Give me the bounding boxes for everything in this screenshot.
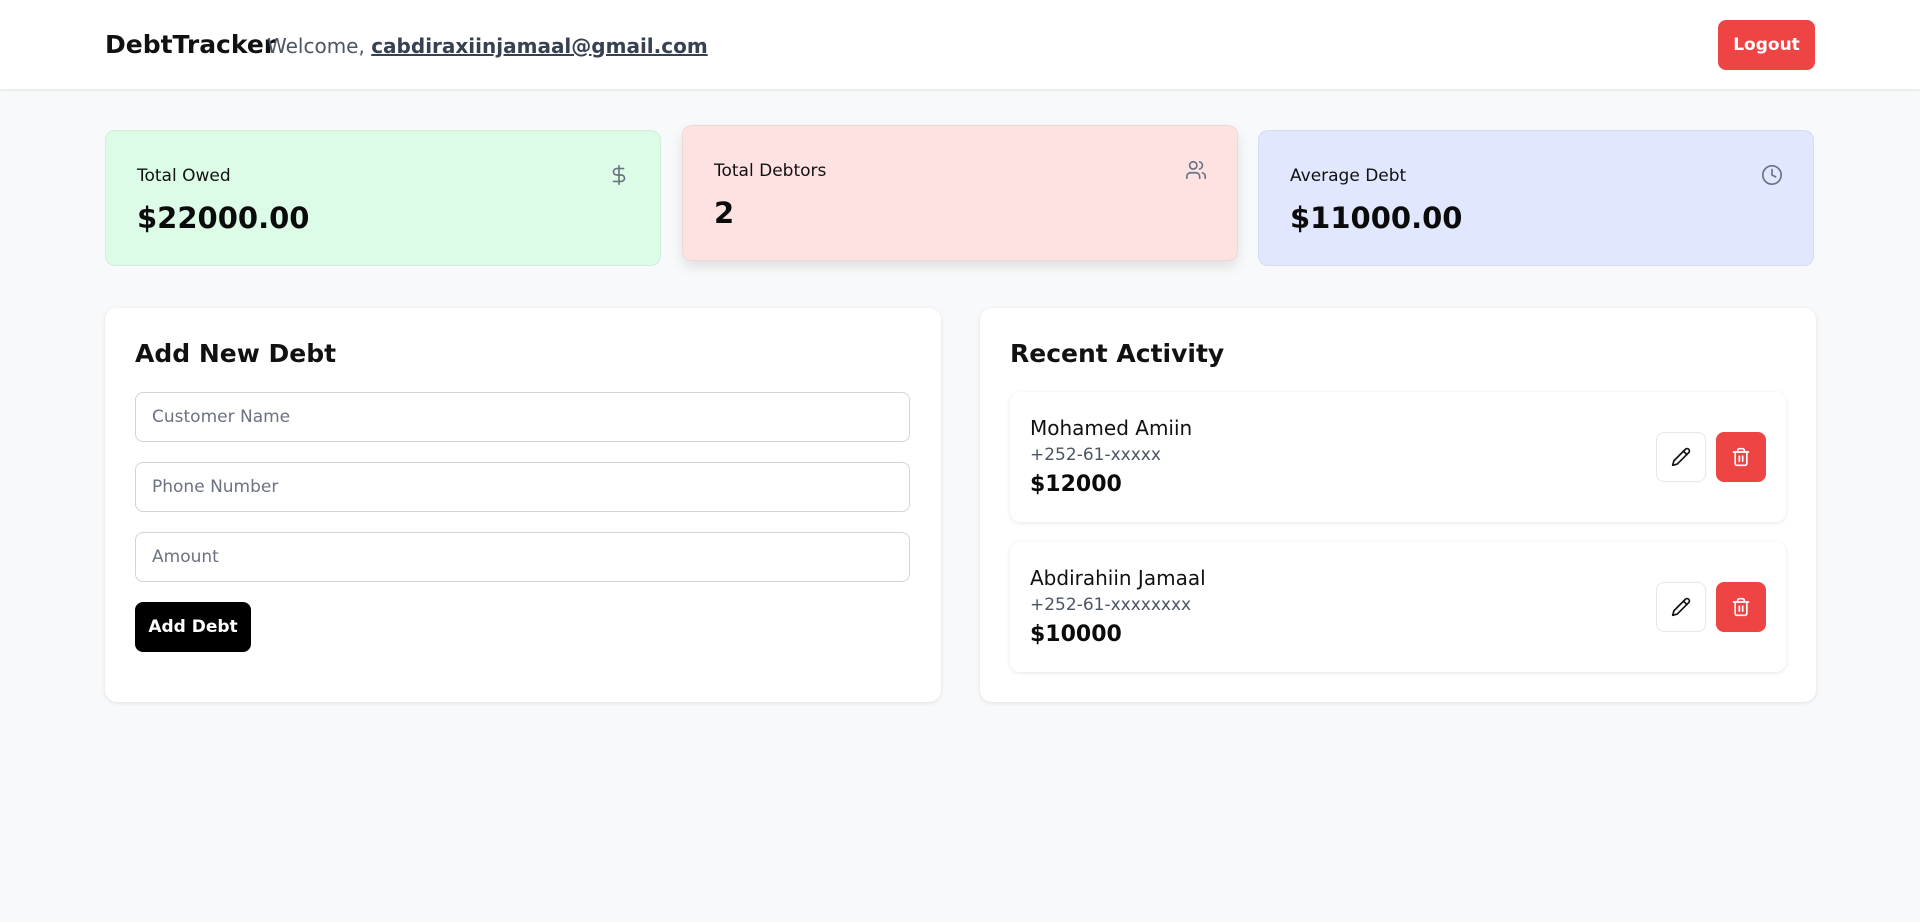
delete-button[interactable]	[1716, 582, 1766, 632]
user-email-link[interactable]: cabdiraxiinjamaal@gmail.com	[371, 34, 707, 58]
logout-button[interactable]: Logout	[1718, 20, 1815, 70]
stat-label: Total Owed	[137, 166, 231, 186]
list-item: Mohamed Amiin +252-61-xxxxx $12000	[1010, 392, 1786, 522]
stat-label: Average Debt	[1290, 166, 1407, 186]
stat-value: $22000.00	[137, 201, 310, 235]
debtor-amount: $12000	[1030, 472, 1122, 497]
stat-label: Total Debtors	[714, 161, 827, 181]
app-brand: DebtTracker	[105, 30, 277, 59]
stat-value: 2	[714, 196, 735, 230]
stat-card-total-debtors: Total Debtors 2	[682, 125, 1238, 261]
delete-button[interactable]	[1716, 432, 1766, 482]
debtor-phone: +252-61-xxxxx	[1030, 445, 1161, 465]
customer-name-input[interactable]	[135, 392, 910, 442]
list-item: Abdirahiin Jamaal +252-61-xxxxxxxx $1000…	[1010, 542, 1786, 672]
edit-button[interactable]	[1656, 432, 1706, 482]
debtor-amount: $10000	[1030, 622, 1122, 647]
add-debt-panel: Add New Debt Add Debt	[105, 308, 941, 702]
stat-card-average-debt: Average Debt $11000.00	[1258, 130, 1814, 266]
panel-title: Add New Debt	[135, 339, 337, 368]
stat-card-total-owed: Total Owed $22000.00	[105, 130, 661, 266]
users-icon	[1185, 159, 1207, 181]
trash-icon	[1731, 597, 1751, 617]
debtor-phone: +252-61-xxxxxxxx	[1030, 595, 1192, 615]
recent-activity-panel: Recent Activity Mohamed Amiin +252-61-xx…	[980, 308, 1816, 702]
trash-icon	[1731, 447, 1751, 467]
pencil-icon	[1671, 597, 1691, 617]
add-debt-button[interactable]: Add Debt	[135, 602, 251, 652]
amount-input[interactable]	[135, 532, 910, 582]
top-header: DebtTracker Welcome, cabdiraxiinjamaal@g…	[0, 0, 1920, 89]
phone-number-input[interactable]	[135, 462, 910, 512]
welcome-prefix: Welcome,	[267, 34, 372, 58]
edit-button[interactable]	[1656, 582, 1706, 632]
debtor-name: Mohamed Amiin	[1030, 416, 1193, 440]
stat-value: $11000.00	[1290, 201, 1463, 235]
panel-title: Recent Activity	[1010, 339, 1225, 368]
pencil-icon	[1671, 447, 1691, 467]
dollar-icon	[608, 164, 630, 186]
welcome-message: Welcome, cabdiraxiinjamaal@gmail.com	[267, 34, 708, 58]
debtor-name: Abdirahiin Jamaal	[1030, 566, 1206, 590]
clock-icon	[1761, 164, 1783, 186]
